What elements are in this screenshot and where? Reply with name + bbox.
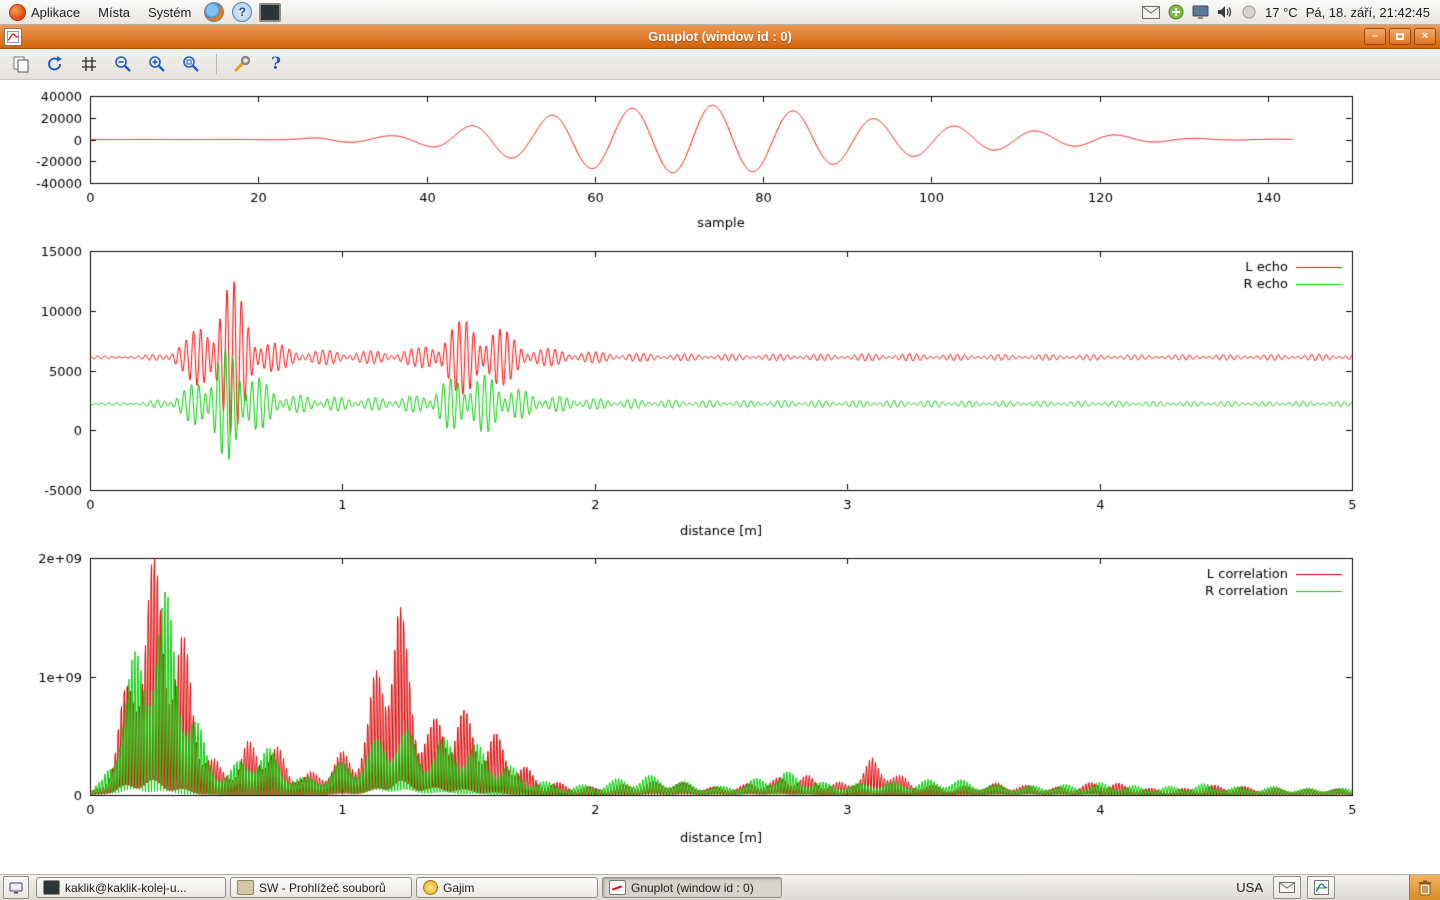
applications-menu-label: Aplikace	[31, 5, 80, 20]
replot-button[interactable]	[42, 52, 68, 76]
help-launcher[interactable]: ?	[231, 1, 253, 23]
next-zoom-button[interactable]	[144, 52, 170, 76]
taskbar-item-terminal[interactable]: kaklik@kaklik-kolej-u...	[36, 877, 226, 898]
taskbar-item-label: Gnuplot (window id : 0)	[631, 881, 754, 895]
terminal-icon	[43, 880, 60, 895]
top-panel: Aplikace Místa Systém ?	[0, 0, 1440, 25]
system-tray: 17 °C Pá, 18. září, 21:42:45	[1142, 4, 1440, 20]
system-menu[interactable]: Systém	[139, 0, 200, 24]
zoom-next-icon	[148, 55, 166, 73]
system-menu-label: Systém	[148, 5, 191, 20]
settings-button[interactable]	[229, 52, 255, 76]
help-question-icon: ?	[271, 54, 281, 74]
gnuplot-toolbar: ?	[0, 49, 1440, 80]
titlebar[interactable]: Gnuplot (window id : 0) – ×	[0, 25, 1440, 49]
mail-icon	[1279, 882, 1295, 893]
taskbar-item-label: kaklik@kaklik-kolej-u...	[65, 881, 187, 895]
volume-icon[interactable]	[1217, 5, 1233, 19]
replot-icon	[46, 55, 64, 73]
trash-icon	[1418, 880, 1432, 896]
temperature-label: 17 °C	[1265, 5, 1298, 20]
toolbar-separator	[216, 54, 217, 74]
taskbar-item-label: SW - Prohlížeč souborů	[259, 881, 386, 895]
taskbar-item-label: Gajim	[443, 881, 474, 895]
firefox-launcher[interactable]	[203, 1, 225, 23]
grid-icon	[80, 55, 98, 73]
taskbar-item-gnuplot[interactable]: Gnuplot (window id : 0)	[602, 877, 782, 898]
places-menu-label: Místa	[98, 5, 130, 20]
terminal-launcher[interactable]	[259, 1, 281, 23]
close-button[interactable]: ×	[1414, 28, 1436, 45]
mail-icon[interactable]	[1142, 6, 1160, 19]
close-icon: ×	[1422, 31, 1428, 42]
ubuntu-logo-icon	[9, 4, 26, 21]
weather-icon[interactable]	[1241, 4, 1257, 20]
applications-menu[interactable]: Aplikace	[0, 0, 89, 24]
gnuplot-icon	[609, 880, 626, 895]
mail-notification-button[interactable]	[1273, 876, 1301, 899]
gnuplot-window: Gnuplot (window id : 0) – ×	[0, 25, 1440, 874]
toggle-grid-button[interactable]	[76, 52, 102, 76]
gnuplot-window-icon	[4, 28, 22, 46]
bottom-taskbar: kaklik@kaklik-kolej-u... SW - Prohlížeč …	[0, 874, 1440, 900]
help-icon: ?	[232, 2, 252, 22]
maximize-button[interactable]	[1389, 28, 1411, 45]
zoom-previous-icon	[114, 55, 132, 73]
taskbar-item-gajim[interactable]: Gajim	[416, 877, 598, 898]
keyboard-layout-indicator[interactable]: USA	[1226, 880, 1273, 895]
window-controls: – ×	[1364, 28, 1436, 45]
clock-label[interactable]: Pá, 18. září, 21:42:45	[1306, 5, 1430, 20]
chart-icon	[1314, 880, 1329, 895]
trash-button[interactable]	[1409, 875, 1440, 900]
zoom-autoscale-icon	[182, 55, 200, 73]
network-icon[interactable]	[1168, 4, 1184, 20]
file-manager-icon	[237, 880, 254, 895]
taskbar-item-file-browser[interactable]: SW - Prohlížeč souborů	[230, 877, 412, 898]
show-desktop-icon	[9, 882, 23, 894]
wrench-icon	[233, 55, 251, 73]
show-desktop-button[interactable]	[3, 876, 29, 899]
autoscale-button[interactable]	[178, 52, 204, 76]
copy-to-clipboard-button[interactable]	[8, 52, 34, 76]
copy-icon	[12, 55, 30, 73]
display-icon[interactable]	[1192, 5, 1209, 20]
gnuplot-plots-canvas[interactable]	[0, 80, 1440, 874]
firefox-icon	[204, 2, 224, 22]
window-title: Gnuplot (window id : 0)	[0, 29, 1440, 44]
previous-zoom-button[interactable]	[110, 52, 136, 76]
minimize-button[interactable]: –	[1364, 28, 1386, 45]
desktop: Aplikace Místa Systém ?	[0, 0, 1440, 900]
help-button[interactable]: ?	[263, 52, 289, 76]
minimize-icon: –	[1372, 31, 1378, 42]
places-menu[interactable]: Místa	[89, 0, 139, 24]
gajim-icon	[423, 880, 438, 895]
terminal-icon	[259, 3, 281, 22]
gnuplot-plot-area	[0, 80, 1440, 874]
maximize-icon	[1396, 33, 1404, 40]
gnuplot-tray-button[interactable]	[1307, 876, 1335, 899]
